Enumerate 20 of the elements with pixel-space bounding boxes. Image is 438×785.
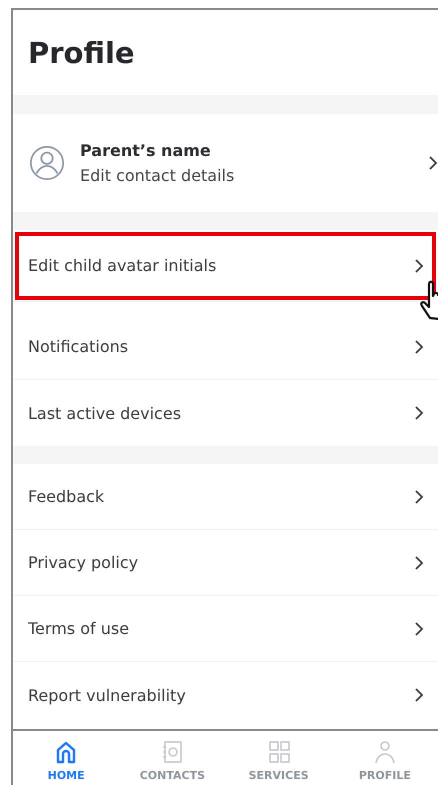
chevron-right-icon bbox=[414, 488, 424, 504]
menu-item[interactable]: Feedback bbox=[13, 464, 438, 530]
menu-item[interactable]: Report vulnerability bbox=[13, 662, 438, 728]
chevron-right-icon bbox=[414, 338, 424, 354]
menu-item[interactable]: Edit child avatar initials bbox=[13, 230, 438, 302]
avatar-icon bbox=[28, 144, 66, 182]
chevron-right-icon bbox=[414, 687, 424, 703]
chevron-right-icon bbox=[414, 554, 424, 570]
account-name: Parent’s name bbox=[80, 141, 212, 160]
menu-item[interactable]: Privacy policy bbox=[13, 530, 438, 596]
chevron-right-icon bbox=[428, 155, 438, 171]
chevron-right-icon bbox=[414, 258, 424, 274]
nav-tab[interactable]: HOME bbox=[13, 731, 120, 785]
account-row[interactable]: Parent’s name Edit contact details bbox=[13, 114, 438, 212]
page-title: Profile bbox=[27, 35, 136, 72]
account-subtitle: Edit contact details bbox=[80, 166, 236, 185]
chevron-right-icon bbox=[414, 620, 424, 636]
menu-item[interactable]: Terms of use bbox=[13, 596, 438, 662]
chevron-right-icon bbox=[414, 405, 424, 421]
menu-item[interactable]: Last active devices bbox=[13, 380, 438, 446]
